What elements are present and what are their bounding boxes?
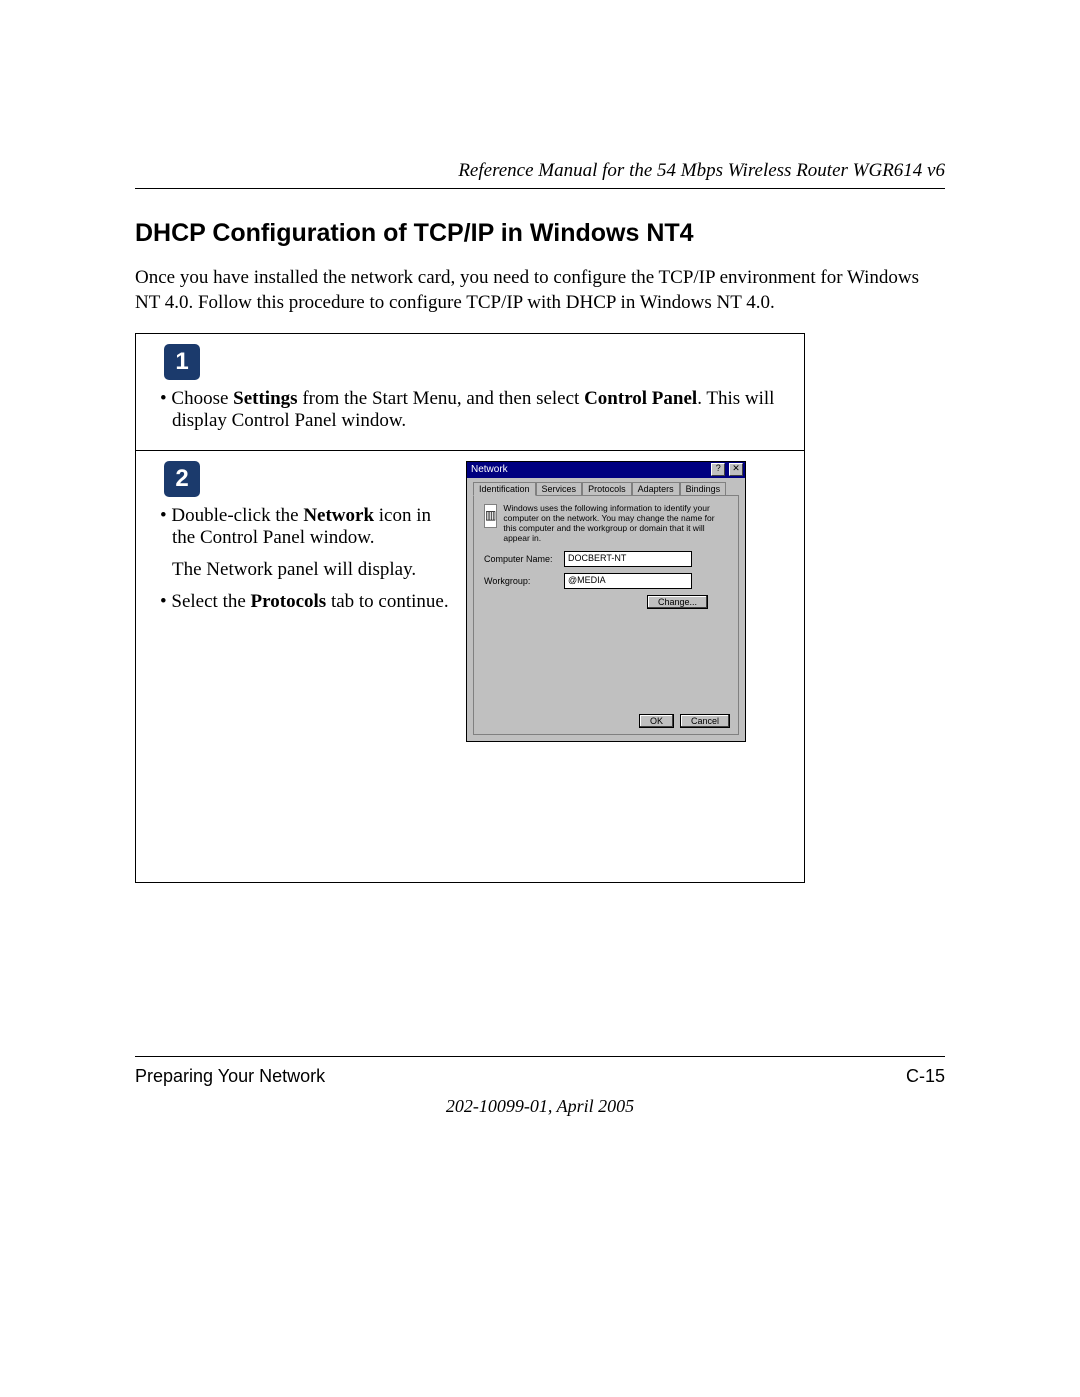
t: • Select the xyxy=(160,591,251,612)
steps-frame: 1 • Choose Settings from the Start Menu,… xyxy=(135,333,805,883)
computer-name-field[interactable]: DOCBERT-NT xyxy=(564,551,692,567)
t: from the Start Menu, and then select xyxy=(298,388,585,409)
tab-services[interactable]: Services xyxy=(536,482,583,496)
change-button[interactable]: Change... xyxy=(647,595,708,609)
dialog-title: Network xyxy=(471,464,508,475)
step-badge-2: 2 xyxy=(164,461,200,497)
network-dialog: Network ? ✕ Identification Services Prot… xyxy=(466,461,746,742)
doc-id: 202-10099-01, April 2005 xyxy=(0,1096,1080,1117)
t: tab to continue. xyxy=(326,591,448,612)
running-header: Reference Manual for the 54 Mbps Wireles… xyxy=(135,160,945,189)
step-1: 1 • Choose Settings from the Start Menu,… xyxy=(136,344,804,451)
tab-protocols[interactable]: Protocols xyxy=(582,482,632,496)
computer-name-label: Computer Name: xyxy=(484,554,564,564)
ok-button[interactable]: OK xyxy=(639,714,674,728)
t: • Choose xyxy=(160,388,233,409)
computer-icon: ▥ xyxy=(484,504,497,528)
footer-left: Preparing Your Network xyxy=(135,1066,325,1087)
close-icon[interactable]: ✕ xyxy=(729,463,743,476)
intro-paragraph: Once you have installed the network card… xyxy=(135,266,945,315)
t: Control Panel xyxy=(584,388,697,409)
step-badge-1: 1 xyxy=(164,344,200,380)
t: Protocols xyxy=(251,591,327,612)
step-2: 2 • Double-click the Network icon in the… xyxy=(136,451,804,742)
workgroup-field[interactable]: @MEDIA xyxy=(564,573,692,589)
dialog-info-text: Windows uses the following information t… xyxy=(503,504,728,543)
dialog-tabs: Identification Services Protocols Adapte… xyxy=(473,482,739,496)
page-number: C-15 xyxy=(906,1066,945,1087)
tab-panel-identification: ▥ Windows uses the following information… xyxy=(473,495,739,735)
footer-rule xyxy=(135,1056,945,1057)
step2-bullet2: • Select the Protocols tab to continue. xyxy=(150,591,456,613)
dialog-titlebar: Network ? ✕ xyxy=(467,462,745,478)
workgroup-label: Workgroup: xyxy=(484,576,564,586)
tab-identification[interactable]: Identification xyxy=(473,482,536,496)
step2-bullet1: • Double-click the Network icon in the C… xyxy=(150,505,456,549)
t: Settings xyxy=(233,388,297,409)
help-icon[interactable]: ? xyxy=(711,463,725,476)
step2-line2: The Network panel will display. xyxy=(150,559,456,581)
step1-text: • Choose Settings from the Start Menu, a… xyxy=(150,388,790,432)
cancel-button[interactable]: Cancel xyxy=(680,714,730,728)
t: • Double-click the xyxy=(160,505,303,526)
t: Network xyxy=(303,505,374,526)
section-heading: DHCP Configuration of TCP/IP in Windows … xyxy=(135,219,945,248)
tab-bindings[interactable]: Bindings xyxy=(680,482,727,496)
tab-adapters[interactable]: Adapters xyxy=(632,482,680,496)
